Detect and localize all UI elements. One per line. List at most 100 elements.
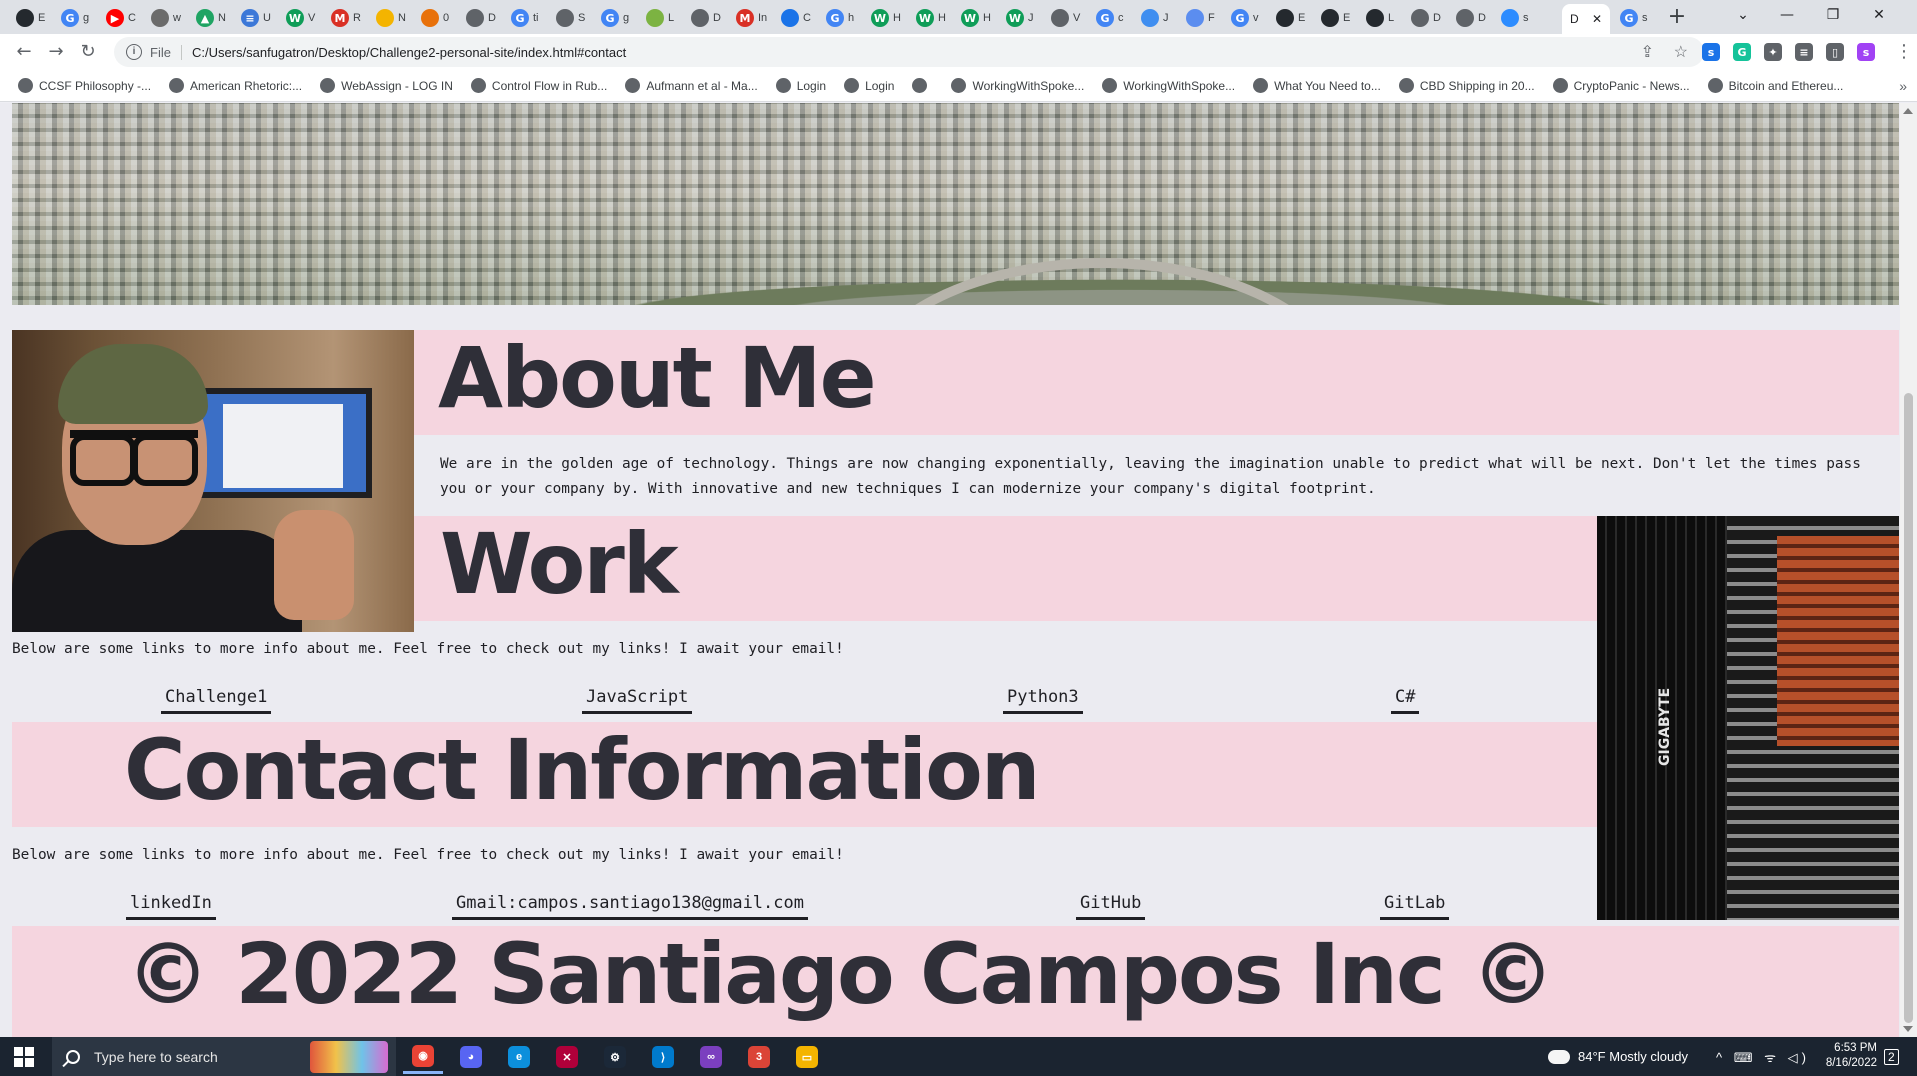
windows-start-icon[interactable]: [14, 1047, 34, 1067]
browser-tab[interactable]: WJ: [1000, 5, 1042, 31]
browser-tab[interactable]: D: [685, 5, 727, 31]
browser-tab[interactable]: C: [775, 5, 817, 31]
browser-menu-button[interactable]: ⋮: [1892, 40, 1916, 64]
taskbar-app-steam[interactable]: ⚙: [595, 1040, 635, 1074]
bookmark-item[interactable]: [912, 78, 933, 93]
link-gitlab[interactable]: GitLab: [1380, 893, 1450, 920]
bookmarks-overflow-icon[interactable]: »: [1899, 78, 1907, 94]
taskbar-app-discord[interactable]: ◕: [451, 1040, 491, 1074]
browser-tab[interactable]: MR: [325, 5, 367, 31]
browser-tab[interactable]: J: [1135, 5, 1177, 31]
browser-tab[interactable]: L: [1360, 5, 1402, 31]
extension-icon[interactable]: ≡: [1795, 43, 1813, 61]
browser-tab[interactable]: w: [145, 5, 187, 31]
browser-tab[interactable]: D: [460, 5, 502, 31]
restore-button[interactable]: ❐: [1810, 0, 1856, 30]
active-tab[interactable]: D ✕: [1562, 4, 1610, 34]
bookmark-item[interactable]: WorkingWithSpoke...: [951, 78, 1084, 93]
address-bar[interactable]: i File C:/Users/sanfugatron/Desktop/Chal…: [114, 37, 1704, 67]
scrollbar-thumb[interactable]: [1904, 393, 1913, 1023]
taskbar-app-app[interactable]: ✕: [547, 1040, 587, 1074]
browser-tab[interactable]: WV: [280, 5, 322, 31]
tab-search-button[interactable]: ⌄: [1720, 0, 1766, 30]
bookmark-favicon-icon: [169, 78, 185, 93]
url-text[interactable]: C:/Users/sanfugatron/Desktop/Challenge2-…: [192, 45, 626, 60]
bookmark-item[interactable]: American Rhetoric:...: [169, 78, 302, 93]
bookmark-item[interactable]: WebAssign - LOG IN: [320, 78, 453, 93]
back-button[interactable]: ←: [12, 40, 36, 64]
taskbar-app-vscode[interactable]: ⟩: [643, 1040, 683, 1074]
browser-tab[interactable]: E: [1270, 5, 1312, 31]
browser-tab[interactable]: ▶ C: [100, 5, 142, 31]
extension-icon[interactable]: ▯: [1826, 43, 1844, 61]
link-challenge1[interactable]: Challenge1: [161, 687, 272, 714]
browser-tab[interactable]: ≡ U: [235, 5, 277, 31]
taskbar-search[interactable]: Type here to search: [52, 1037, 396, 1076]
browser-tab[interactable]: E: [10, 5, 52, 31]
browser-tab[interactable]: Gs: [1614, 5, 1656, 31]
scroll-down-arrow-icon[interactable]: [1903, 1026, 1913, 1032]
browser-tab[interactable]: Gg: [55, 5, 97, 31]
taskbar-app-file-explorer[interactable]: ▭: [787, 1040, 827, 1074]
taskbar-clock[interactable]: 6:53 PM 8/16/2022: [1807, 1041, 1877, 1071]
bookmark-item[interactable]: Login: [844, 78, 894, 93]
browser-tab[interactable]: M In: [730, 5, 772, 31]
bookmark-item[interactable]: CCSF Philosophy -...: [18, 78, 151, 93]
browser-tab[interactable]: D: [1450, 5, 1492, 31]
taskbar-app-visual-studio[interactable]: ∞: [691, 1040, 731, 1074]
link-github[interactable]: GitHub: [1076, 893, 1146, 920]
browser-tab[interactable]: D: [1405, 5, 1447, 31]
bookmark-item[interactable]: Bitcoin and Ethereu...: [1707, 78, 1843, 93]
forward-button[interactable]: →: [44, 40, 68, 64]
notifications-icon[interactable]: 2: [1884, 1037, 1899, 1076]
browser-tab[interactable]: E: [1315, 5, 1357, 31]
taskbar-app-chrome-profile[interactable]: 3: [739, 1040, 779, 1074]
share-icon[interactable]: ⇪: [1641, 37, 1654, 67]
reload-button[interactable]: ↻: [76, 40, 100, 64]
bookmark-star-icon[interactable]: ☆: [1674, 37, 1688, 67]
browser-tab[interactable]: Gg: [595, 5, 637, 31]
browser-tab[interactable]: N: [370, 5, 412, 31]
browser-tab[interactable]: F: [1180, 5, 1222, 31]
link-javascript[interactable]: JavaScript: [582, 687, 693, 714]
bookmark-item[interactable]: Control Flow in Rub...: [470, 78, 607, 93]
link-csharp[interactable]: C#: [1391, 687, 1420, 714]
page-scrollbar[interactable]: [1900, 103, 1917, 1037]
bookmark-item[interactable]: CryptoPanic - News...: [1552, 78, 1690, 93]
taskbar-app-chrome[interactable]: ◉: [403, 1040, 443, 1074]
browser-tab[interactable]: S: [550, 5, 592, 31]
browser-tab[interactable]: WH: [865, 5, 907, 31]
browser-tab[interactable]: ▲ N: [190, 5, 232, 31]
browser-tab[interactable]: WH: [910, 5, 952, 31]
browser-tab[interactable]: s: [1495, 5, 1537, 31]
bookmark-item[interactable]: Login: [775, 78, 826, 93]
browser-tab[interactable]: Gti: [505, 5, 547, 31]
browser-tab[interactable]: 0: [415, 5, 457, 31]
extension-icon[interactable]: s: [1702, 43, 1720, 61]
bookmark-item[interactable]: Aufmann et al - Ma...: [625, 78, 758, 93]
extension-icon[interactable]: s: [1857, 43, 1875, 61]
weather-widget[interactable]: 84°F Mostly cloudy: [1548, 1037, 1688, 1076]
link-gmail[interactable]: Gmail:campos.santiago138@gmail.com: [452, 893, 808, 920]
tab-close-icon[interactable]: ✕: [1592, 12, 1602, 26]
taskbar-app-edge[interactable]: e: [499, 1040, 539, 1074]
site-info-icon[interactable]: i: [126, 44, 142, 60]
new-tab-button[interactable]: +: [1664, 4, 1690, 30]
browser-tab[interactable]: Gh: [820, 5, 862, 31]
minimize-button[interactable]: —: [1764, 0, 1810, 30]
browser-tab[interactable]: Gc: [1090, 5, 1132, 31]
extension-icon[interactable]: ✦: [1764, 43, 1782, 61]
link-python3[interactable]: Python3: [1003, 687, 1083, 714]
scroll-up-arrow-icon[interactable]: [1903, 108, 1913, 114]
browser-tab[interactable]: V: [1045, 5, 1087, 31]
bookmark-item[interactable]: CBD Shipping in 20...: [1398, 78, 1535, 93]
browser-tab[interactable]: L: [640, 5, 682, 31]
close-window-button[interactable]: ✕: [1856, 0, 1902, 30]
bookmark-item[interactable]: WorkingWithSpoke...: [1102, 78, 1235, 93]
browser-tab[interactable]: Gv: [1225, 5, 1267, 31]
browser-tab[interactable]: WH: [955, 5, 997, 31]
extension-icon[interactable]: G: [1733, 43, 1751, 61]
bookmark-item[interactable]: What You Need to...: [1253, 78, 1381, 93]
link-linkedin[interactable]: linkedIn: [126, 893, 216, 920]
system-tray-icons[interactable]: ^ ⌨ ᯤ ◁): [1716, 1037, 1810, 1076]
